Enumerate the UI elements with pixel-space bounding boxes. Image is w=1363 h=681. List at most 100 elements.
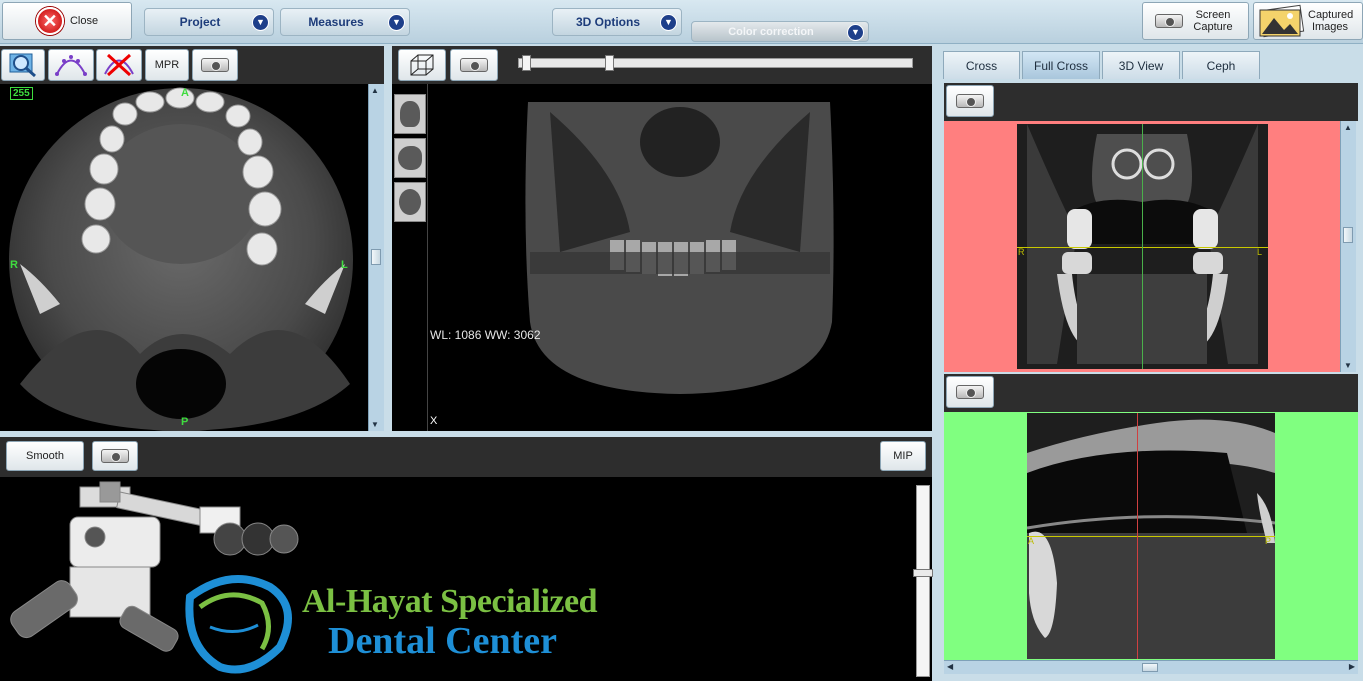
sagittal-horizontal-line xyxy=(1027,536,1275,537)
close-label: Close xyxy=(69,15,99,27)
orientation-anterior: A xyxy=(181,87,189,99)
scroll-up-icon[interactable]: ▲ xyxy=(1344,123,1352,132)
tab-ceph[interactable]: Ceph xyxy=(1182,51,1260,79)
mip-label: MIP xyxy=(893,450,913,462)
threshold-slider[interactable] xyxy=(518,55,913,71)
3d-options-menu[interactable]: 3D Options ▼ xyxy=(552,8,682,36)
preset-thumb-axial[interactable] xyxy=(394,182,426,222)
orientation-right: R xyxy=(10,259,18,271)
microscope-image xyxy=(10,481,299,674)
screen-capture-button[interactable]: Screen Capture xyxy=(1142,2,1249,40)
zoom-button[interactable] xyxy=(1,49,45,81)
volume-toolbar xyxy=(392,46,932,84)
sagittal-hscroll-thumb[interactable] xyxy=(1142,663,1158,672)
screen-capture-label: Screen Capture xyxy=(1193,9,1233,33)
camera-icon xyxy=(101,449,129,463)
coronal-right-label: R xyxy=(1018,247,1025,257)
sagittal-vertical-line xyxy=(1137,413,1138,659)
slider-handle-max[interactable] xyxy=(605,55,614,71)
measures-menu[interactable]: Measures ▼ xyxy=(280,8,410,36)
coronal-toolbar xyxy=(944,83,1358,121)
axial-scrollbar[interactable]: ▲ ▼ xyxy=(368,84,384,431)
3d-options-label: 3D Options xyxy=(575,15,640,29)
coronal-view[interactable]: R L xyxy=(944,121,1340,372)
close-button[interactable]: ✕ Close xyxy=(2,2,132,40)
camera-icon xyxy=(956,94,984,108)
camera-icon xyxy=(1155,14,1183,28)
coronal-snapshot-button[interactable] xyxy=(946,85,994,117)
project-menu[interactable]: Project ▼ xyxy=(144,8,274,36)
axial-toolbar: MPR xyxy=(0,46,384,84)
sagittal-toolbar xyxy=(944,374,1358,412)
delete-curve-button[interactable] xyxy=(96,49,142,81)
axial-snapshot-button[interactable] xyxy=(192,49,238,81)
preset-strip xyxy=(392,84,428,431)
photos-icon xyxy=(1259,4,1305,38)
mpr-label: MPR xyxy=(154,59,180,71)
coronal-scroll-thumb[interactable] xyxy=(1343,227,1353,243)
panoramic-slider-track[interactable] xyxy=(916,485,930,677)
logo-line-1: Al-Hayat Specialized xyxy=(302,583,598,620)
tab-3d-view[interactable]: 3D View xyxy=(1102,51,1180,79)
camera-icon xyxy=(201,58,229,72)
tab-full-cross-label: Full Cross xyxy=(1033,58,1088,73)
camera-icon xyxy=(956,385,984,399)
mpr-button[interactable]: MPR xyxy=(145,49,189,81)
slider-handle-min[interactable] xyxy=(522,55,531,71)
mip-button[interactable]: MIP xyxy=(880,441,926,471)
top-toolbar: ✕ Close Project ▼ Measures ▼ 3D Options … xyxy=(0,0,1363,44)
smooth-button[interactable]: Smooth xyxy=(6,441,84,471)
captured-images-button[interactable]: Captured Images xyxy=(1253,2,1363,40)
3d-box-button[interactable] xyxy=(398,49,446,81)
project-label: Project xyxy=(179,15,221,29)
panoramic-view[interactable]: Al-Hayat Specialized Dental Center xyxy=(0,477,904,681)
skull-side-icon xyxy=(398,146,422,170)
sagittal-hscrollbar[interactable]: ◀ ▶ xyxy=(944,660,1358,674)
cube-icon xyxy=(410,54,434,76)
close-icon: ✕ xyxy=(35,7,64,35)
scroll-right-icon[interactable]: ▶ xyxy=(1349,662,1355,671)
coronal-vertical-line xyxy=(1142,124,1143,369)
preset-thumb-sagittal[interactable] xyxy=(394,138,426,178)
captured-images-label: Captured Images xyxy=(1308,9,1354,33)
sagittal-view[interactable]: A P xyxy=(944,412,1358,660)
corner-marker: X xyxy=(430,415,438,427)
chevron-down-icon: ▼ xyxy=(388,14,405,31)
panoramic-snapshot-button[interactable] xyxy=(92,441,138,471)
tab-cross[interactable]: Cross xyxy=(943,51,1020,79)
camera-icon xyxy=(460,58,488,72)
orientation-left: L xyxy=(341,259,348,271)
delete-curve-icon xyxy=(104,53,134,77)
orientation-posterior: P xyxy=(181,416,189,428)
sagittal-snapshot-button[interactable] xyxy=(946,376,994,408)
chevron-down-icon: ▼ xyxy=(252,14,269,31)
chevron-down-icon: ▼ xyxy=(847,24,864,41)
sagittal-posterior-label: P xyxy=(1265,536,1272,546)
volume-view[interactable]: WL: 1086 WW: 3062 X xyxy=(392,84,932,431)
scroll-down-icon[interactable]: ▼ xyxy=(1344,361,1352,370)
scroll-down-icon[interactable]: ▼ xyxy=(371,420,379,429)
bottom-toolbar: Smooth MIP xyxy=(0,437,932,477)
coronal-left-label: L xyxy=(1257,247,1263,257)
window-level-text: WL: 1086 WW: 3062 xyxy=(430,328,541,342)
draw-curve-button[interactable] xyxy=(48,49,94,81)
tab-3d-view-label: 3D View xyxy=(1118,58,1164,73)
tab-cross-label: Cross xyxy=(965,58,998,73)
panoramic-slider-thumb[interactable] xyxy=(913,569,933,577)
tab-ceph-label: Ceph xyxy=(1206,58,1236,73)
preset-thumb-coronal[interactable] xyxy=(394,94,426,134)
chevron-down-icon: ▼ xyxy=(660,14,677,31)
scroll-up-icon[interactable]: ▲ xyxy=(371,86,379,95)
coronal-scrollbar[interactable]: ▲ ▼ xyxy=(1340,121,1356,372)
skull-front-icon xyxy=(400,101,420,127)
axial-view[interactable]: 255 A P R L xyxy=(0,84,368,431)
tab-full-cross[interactable]: Full Cross xyxy=(1022,51,1100,79)
slice-number-badge: 255 xyxy=(10,87,33,100)
volume-snapshot-button[interactable] xyxy=(450,49,498,81)
skull-top-icon xyxy=(399,189,421,215)
scroll-left-icon[interactable]: ◀ xyxy=(947,662,953,671)
axial-scroll-thumb[interactable] xyxy=(371,249,381,265)
color-correction-menu[interactable]: Color correction ▼ xyxy=(691,21,869,42)
panoramic-scrollbar[interactable] xyxy=(904,477,933,681)
curve-icon xyxy=(55,55,87,76)
